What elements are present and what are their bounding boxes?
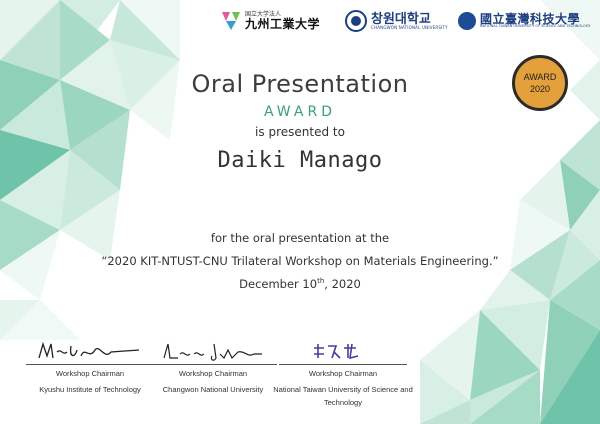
award-subtitle: AWARD (264, 104, 336, 120)
signature-line (279, 364, 407, 365)
award-date: December 10th, 2020 (0, 277, 600, 291)
kit-logo: 国立大学法人 九州工業大学 (222, 6, 320, 36)
signature-block-cnu: Workshop Chairman Changwon National Univ… (143, 338, 283, 396)
signature-organization: National Taiwan University of Science an… (273, 385, 413, 407)
signature-ntust-image (314, 343, 359, 360)
ntust-subtitle: NATIONAL TAIWAN UNIVERSITY OF SCIENCE AN… (480, 24, 591, 29)
signature-role: Workshop Chairman (308, 369, 378, 378)
certificate-title: Oral Presentation (191, 70, 409, 98)
signature-role: Workshop Chairman (178, 369, 248, 378)
signature-organization: Changwon National University (162, 385, 264, 394)
presented-to-text: is presented to (255, 125, 345, 139)
signature-organization: Kyushu Institute of Technology (39, 385, 141, 394)
cnu-subtitle: CHANGWON NATIONAL UNIVERSITY (371, 24, 448, 30)
date-day: December 10 (239, 277, 318, 291)
university-logos: 国立大学法人 九州工業大学 창원대학교 CHANGWON NATIONAL UN… (0, 6, 600, 36)
recipient-name: Daiki Manago (217, 148, 383, 173)
ntust-seal-icon (458, 12, 476, 30)
signature-line (26, 364, 154, 365)
signature-block-ntust: Workshop Chairman National Taiwan Univer… (273, 338, 413, 409)
signature-cnu-image (163, 343, 262, 361)
ntust-logo: 國立臺灣科技大學 NATIONAL TAIWAN UNIVERSITY OF S… (458, 6, 590, 36)
signature-role: Workshop Chairman (55, 369, 125, 378)
date-year: , 2020 (324, 277, 361, 291)
signature-line (149, 364, 277, 365)
description-line-1: for the oral presentation at the (210, 231, 390, 245)
cnu-seal-icon (345, 10, 367, 32)
kit-name: 九州工業大学 (245, 17, 321, 31)
kit-emblem-icon (222, 12, 240, 30)
cnu-logo: 창원대학교 CHANGWON NATIONAL UNIVERSITY (345, 6, 448, 36)
cnu-name: 창원대학교 (371, 11, 431, 27)
description-line-2: “2020 KIT-NTUST-CNU Trilateral Workshop … (101, 254, 499, 268)
signature-block-kit: Workshop Chairman Kyushu Institute of Te… (20, 338, 160, 396)
signature-kit-image (38, 341, 140, 359)
